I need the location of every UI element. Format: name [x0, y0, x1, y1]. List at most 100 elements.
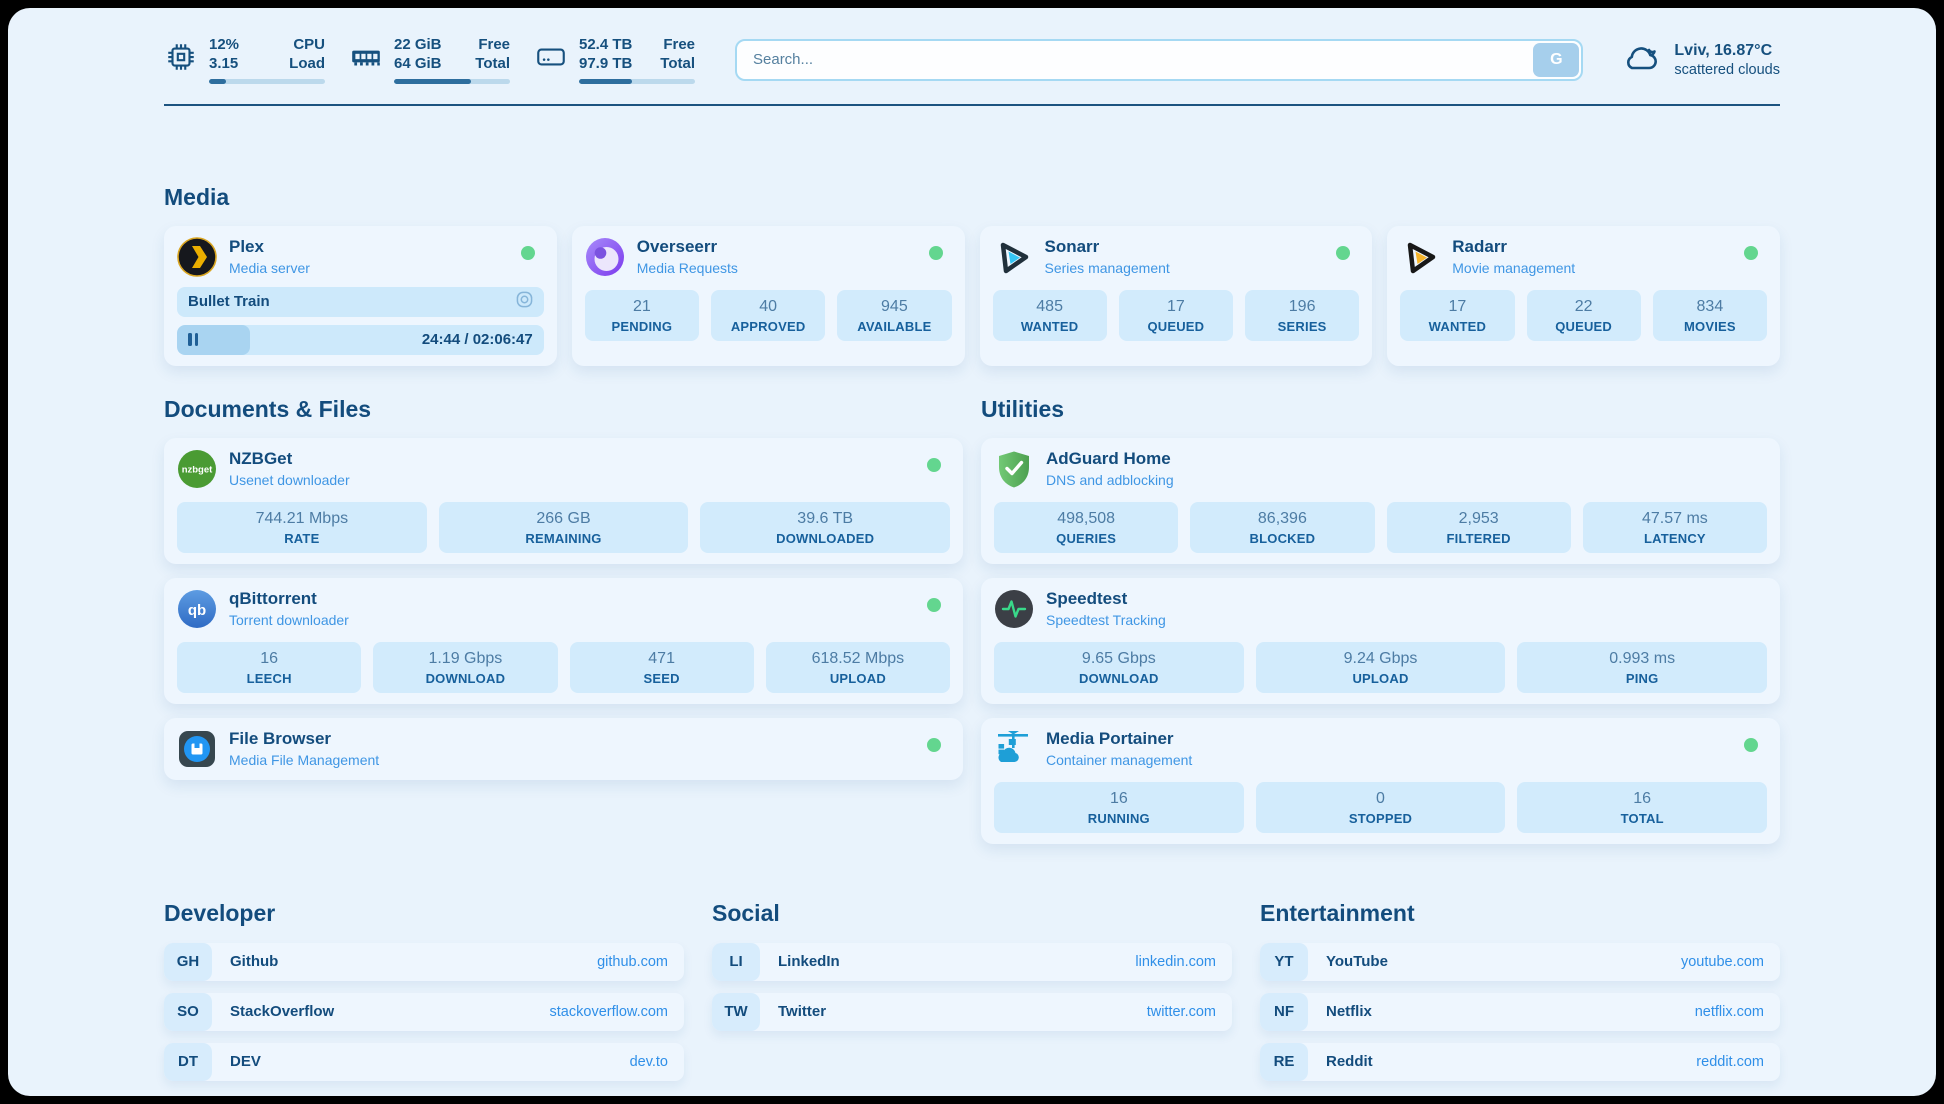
section-title-utilities: Utilities [981, 396, 1780, 423]
app-header: nzbget NZBGet Usenet downloader [177, 449, 950, 489]
ram-stat: 22 GiBFree 64 GiBTotal [349, 36, 510, 84]
stat-box: 16TOTAL [1517, 782, 1767, 833]
bookmark-url[interactable]: reddit.com [1696, 1054, 1764, 1070]
disk-free: 52.4 TB [579, 36, 632, 55]
app-header: Sonarr Series management [993, 237, 1360, 277]
section-title-developer: Developer [164, 900, 684, 927]
app-subtitle: DNS and adblocking [1046, 472, 1174, 488]
bookmark-url[interactable]: stackoverflow.com [550, 1004, 668, 1020]
bookmark-stackoverflow[interactable]: SO StackOverflow stackoverflow.com [164, 993, 684, 1031]
bookmark-github[interactable]: GH Github github.com [164, 943, 684, 981]
bookmark-url[interactable]: dev.to [630, 1054, 668, 1070]
app-name: Radarr [1452, 237, 1575, 257]
ram-total: 64 GiB [394, 55, 442, 74]
disk-total: 97.9 TB [579, 55, 632, 74]
stat-boxes: 16RUNNING 0STOPPED 16TOTAL [994, 782, 1767, 833]
app-card-plex[interactable]: Plex Media server Bullet Train 24:44 / 0… [164, 226, 557, 366]
entertainment-column: Entertainment YT YouTube youtube.com NF … [1260, 900, 1780, 1081]
app-subtitle: Media server [229, 260, 310, 276]
top-bar: 12%CPU 3.15Load 22 GiBFree 64 GiBT [164, 8, 1780, 84]
app-header: Plex Media server [177, 237, 544, 277]
svg-text:nzbget: nzbget [182, 464, 213, 475]
app-card-adguard[interactable]: AdGuard Home DNS and adblocking 498,508Q… [981, 438, 1780, 564]
disk-progress-fill [579, 79, 632, 84]
bookmark-name: Twitter [778, 1003, 826, 1020]
stat-box: 1.19 GbpsDOWNLOAD [373, 642, 557, 693]
playback-progress-bar[interactable]: 24:44 / 02:06:47 [177, 325, 544, 355]
app-card-filebrowser[interactable]: File Browser Media File Management [164, 718, 963, 780]
bookmark-youtube[interactable]: YT YouTube youtube.com [1260, 943, 1780, 981]
bookmark-linkedin[interactable]: LI LinkedIn linkedin.com [712, 943, 1232, 981]
bookmark-name: LinkedIn [778, 953, 840, 970]
pause-icon[interactable] [188, 333, 198, 346]
weather-location: Lviv, 16.87°C [1674, 42, 1780, 60]
radarr-icon [1400, 237, 1440, 277]
app-card-qbittorrent[interactable]: qb qBittorrent Torrent downloader 16LEEC… [164, 578, 963, 704]
cpu-usage: 12% [209, 36, 239, 55]
app-card-speedtest[interactable]: Speedtest Speedtest Tracking 9.65 GbpsDO… [981, 578, 1780, 704]
cpu-stat: 12%CPU 3.15Load [164, 36, 325, 84]
status-dot [927, 738, 941, 752]
stat-box: 9.24 GbpsUPLOAD [1256, 642, 1506, 693]
stat-box: 86,396BLOCKED [1190, 502, 1374, 553]
stat-box: 2,953FILTERED [1387, 502, 1571, 553]
disk-icon [534, 40, 568, 79]
bookmark-abbr: DT [164, 1043, 212, 1081]
app-card-radarr[interactable]: Radarr Movie management 17WANTED 22QUEUE… [1387, 226, 1780, 366]
app-subtitle: Speedtest Tracking [1046, 612, 1166, 628]
bookmark-abbr: YT [1260, 943, 1308, 981]
app-name: Media Portainer [1046, 729, 1192, 749]
playback-time: 24:44 / 02:06:47 [422, 331, 544, 348]
stat-box: 16LEECH [177, 642, 361, 693]
speedtest-icon [994, 589, 1034, 629]
bookmark-url[interactable]: youtube.com [1681, 954, 1764, 970]
app-header: File Browser Media File Management [177, 729, 950, 769]
stat-box: 16RUNNING [994, 782, 1244, 833]
search-engine-button[interactable]: G [1533, 43, 1579, 77]
status-dot [927, 598, 941, 612]
search-bar: G [735, 39, 1583, 81]
app-header: AdGuard Home DNS and adblocking [994, 449, 1767, 489]
search-input[interactable] [735, 39, 1583, 81]
app-name: Sonarr [1045, 237, 1170, 257]
stat-box: 485WANTED [993, 290, 1107, 341]
bookmark-abbr: RE [1260, 1043, 1308, 1081]
bookmark-url[interactable]: netflix.com [1695, 1004, 1764, 1020]
bookmark-url[interactable]: github.com [597, 954, 668, 970]
ram-total-label: Total [475, 55, 510, 74]
bookmark-netflix[interactable]: NF Netflix netflix.com [1260, 993, 1780, 1031]
app-header: Radarr Movie management [1400, 237, 1767, 277]
bookmark-name: Netflix [1326, 1003, 1372, 1020]
bookmark-dev[interactable]: DT DEV dev.to [164, 1043, 684, 1081]
bookmark-url[interactable]: linkedin.com [1135, 954, 1216, 970]
stat-boxes: 498,508QUERIES 86,396BLOCKED 2,953FILTER… [994, 502, 1767, 553]
stat-box: 22QUEUED [1527, 290, 1641, 341]
app-card-portainer[interactable]: Media Portainer Container management 16R… [981, 718, 1780, 844]
plex-icon [177, 237, 217, 277]
app-subtitle: Media File Management [229, 752, 379, 768]
app-card-overseerr[interactable]: Overseerr Media Requests 21PENDING 40APP… [572, 226, 965, 366]
bookmark-twitter[interactable]: TW Twitter twitter.com [712, 993, 1232, 1031]
cpu-icon [164, 40, 198, 79]
bookmark-reddit[interactable]: RE Reddit reddit.com [1260, 1043, 1780, 1081]
ram-progress-track [394, 79, 510, 84]
documents-column: Documents & Files nzbget NZBGet U [164, 396, 963, 844]
disk-progress-track [579, 79, 695, 84]
weather-condition: scattered clouds [1674, 62, 1780, 78]
bookmark-url[interactable]: twitter.com [1147, 1004, 1216, 1020]
app-name: Overseerr [637, 237, 738, 257]
section-title-social: Social [712, 900, 1232, 927]
now-playing-title: Bullet Train [188, 293, 270, 310]
app-card-nzbget[interactable]: nzbget NZBGet Usenet downloader 744.21 M… [164, 438, 963, 564]
bookmark-abbr: SO [164, 993, 212, 1031]
app-card-sonarr[interactable]: Sonarr Series management 485WANTED 17QUE… [980, 226, 1373, 366]
stat-box: 618.52 MbpsUPLOAD [766, 642, 950, 693]
disk-total-label: Total [660, 55, 695, 74]
bookmark-name: Github [230, 953, 278, 970]
bookmark-name: Reddit [1326, 1053, 1373, 1070]
app-subtitle: Container management [1046, 752, 1192, 768]
bookmark-name: DEV [230, 1053, 261, 1070]
section-title-media: Media [164, 184, 1780, 211]
stat-box: 266 GBREMAINING [439, 502, 689, 553]
weather-widget: Lviv, 16.87°C scattered clouds [1621, 40, 1780, 79]
